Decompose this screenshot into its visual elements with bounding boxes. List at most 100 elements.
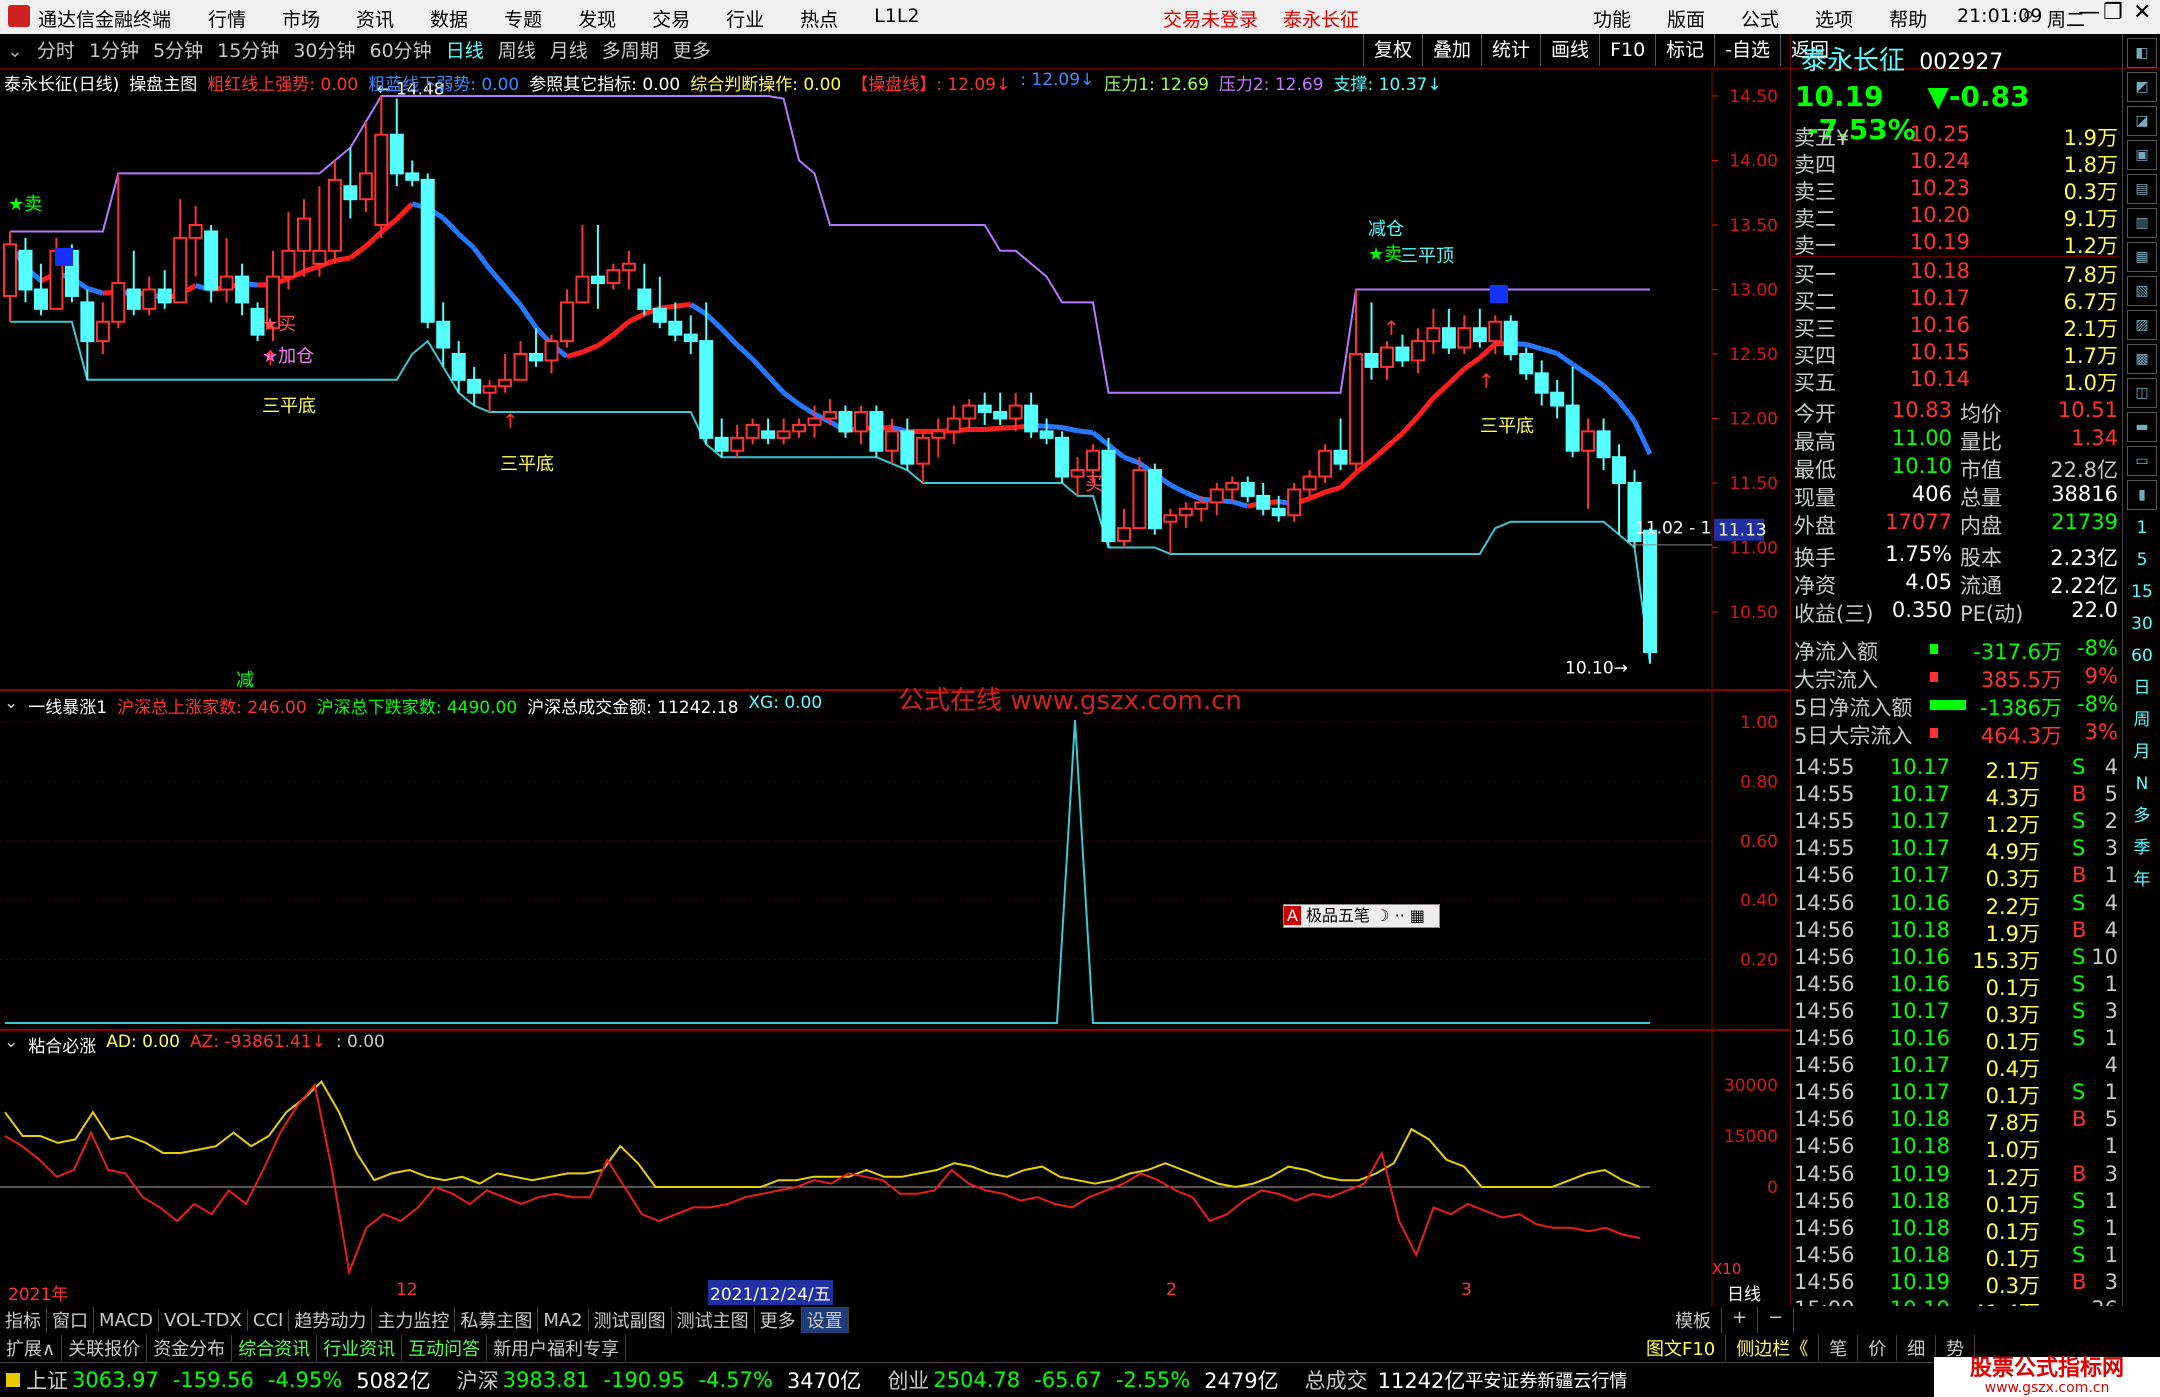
period-tab-0[interactable]: 分时 <box>30 35 82 67</box>
tool-button-1[interactable]: 叠加 <box>1422 34 1481 66</box>
tool-button-4[interactable]: F10 <box>1599 34 1655 66</box>
sub1-indicator-name[interactable]: 一线暴涨1 <box>28 693 107 718</box>
ext-tab-4[interactable]: 行业资讯 <box>317 1335 402 1361</box>
indicator-tab-10[interactable]: 测试主图 <box>672 1307 755 1333</box>
collapse-icon[interactable]: ⌄ <box>0 35 30 67</box>
indicator-tab-4[interactable]: CCI <box>248 1310 289 1331</box>
ext-right-3[interactable]: 价 <box>1858 1335 1897 1361</box>
menu-item-6[interactable]: 交易 <box>652 5 690 32</box>
menu-item-9[interactable]: L1L2 <box>874 5 919 32</box>
period-tab-1[interactable]: 1分钟 <box>82 35 146 67</box>
sidebar-tool-icon[interactable]: ◩ <box>2127 72 2157 102</box>
indicator-tab-6[interactable]: 主力监控 <box>372 1307 455 1333</box>
ext-tab-5[interactable]: 互动问答 <box>402 1335 487 1361</box>
sidebar-tool-icon[interactable]: ◫ <box>2127 378 2157 408</box>
indicator-tab-7[interactable]: 私募主图 <box>455 1307 538 1333</box>
menu-item-3[interactable]: 数据 <box>430 5 468 32</box>
ext-tab-2[interactable]: 资金分布 <box>147 1335 232 1361</box>
period-tab-6[interactable]: 日线 <box>439 35 491 67</box>
close-icon[interactable]: ✕ <box>2133 0 2151 25</box>
ext-tab-0[interactable]: 扩展∧ <box>0 1335 62 1361</box>
sidebar-tool-icon[interactable]: ◧ <box>2127 38 2157 68</box>
sidebar-tool-icon[interactable]: ▩ <box>2127 344 2157 374</box>
sidebar-tool-icon[interactable]: ▣ <box>2127 140 2157 170</box>
menu-item-8[interactable]: 热点 <box>800 5 838 32</box>
indicator-tab-12[interactable]: 设置 <box>802 1307 849 1333</box>
sidebar-tool-icon[interactable]: ▥ <box>2127 208 2157 238</box>
period-tab-3[interactable]: 15分钟 <box>210 35 286 67</box>
sub2-collapse-icon[interactable]: ⌄ <box>4 1032 18 1057</box>
sidebar-tool-icon[interactable]: ▮ <box>2127 480 2157 510</box>
sidebar-tool-icon[interactable]: ▬ <box>2127 412 2157 442</box>
sidebar-tool-icon[interactable]: ▦ <box>2127 242 2157 272</box>
indicator-tab-8[interactable]: MA2 <box>538 1310 588 1331</box>
ext-tab-6[interactable]: 新用户福利专享 <box>487 1335 626 1361</box>
menu-item-1[interactable]: 市场 <box>282 5 320 32</box>
login-status[interactable]: 交易未登录 <box>1163 5 1258 32</box>
sidebar-tool-icon[interactable]: ▤ <box>2127 174 2157 204</box>
ext-tab-3[interactable]: 综合资讯 <box>232 1335 317 1361</box>
maximize-icon[interactable]: ❐ <box>2103 0 2123 25</box>
tab-right-0[interactable]: 模板 <box>1665 1307 1722 1333</box>
tool-button-2[interactable]: 统计 <box>1481 34 1540 66</box>
period-tab-7[interactable]: 周线 <box>491 35 543 67</box>
menu-item-7[interactable]: 行业 <box>726 5 764 32</box>
tool-button-0[interactable]: 复权 <box>1363 34 1422 66</box>
indicator-tab-3[interactable]: VOL-TDX <box>159 1310 248 1331</box>
sidebar-period-7[interactable]: 月 <box>2128 738 2156 766</box>
period-tab-8[interactable]: 月线 <box>543 35 595 67</box>
sidebar-period-11[interactable]: 年 <box>2128 866 2156 894</box>
menu-item-0[interactable]: 行情 <box>208 5 246 32</box>
tool-button-6[interactable]: -自选 <box>1714 34 1780 66</box>
sub2-indicator-name[interactable]: 粘合必涨 <box>28 1032 96 1057</box>
ext-right-2[interactable]: 笔 <box>1819 1335 1858 1361</box>
sidebar-period-9[interactable]: 多 <box>2128 802 2156 830</box>
ext-tab-1[interactable]: 关联报价 <box>62 1335 147 1361</box>
sidebar-tool-icon[interactable]: ▧ <box>2127 276 2157 306</box>
period-tab-2[interactable]: 5分钟 <box>146 35 210 67</box>
sidebar-period-3[interactable]: 30 <box>2128 610 2156 638</box>
ext-right-1[interactable]: 侧边栏《 <box>1726 1335 1819 1361</box>
menu-item-2[interactable]: 资讯 <box>356 5 394 32</box>
right-menu-item-1[interactable]: 版面 <box>1667 5 1705 32</box>
period-tab-9[interactable]: 多周期 <box>595 35 666 67</box>
right-menu-item-4[interactable]: 帮助 <box>1889 5 1927 32</box>
sidebar-tool-icon[interactable]: ▨ <box>2127 310 2157 340</box>
indicator-tab-1[interactable]: 窗口 <box>47 1307 94 1333</box>
minimize-icon[interactable]: — <box>2078 0 2100 25</box>
right-menu-item-3[interactable]: 选项 <box>1815 5 1853 32</box>
chart-area[interactable]: 14.5014.0013.5013.0012.5012.0011.5011.00… <box>0 69 1790 1306</box>
tab-right-2[interactable]: − <box>1758 1307 1794 1333</box>
sidebar-period-5[interactable]: 日 <box>2128 674 2156 702</box>
tab-right-1[interactable]: + <box>1722 1307 1758 1333</box>
period-tab-5[interactable]: 60分钟 <box>363 35 439 67</box>
indicator-tab-9[interactable]: 测试副图 <box>589 1307 672 1333</box>
indicator-tab-0[interactable]: 指标 <box>0 1307 47 1333</box>
period-tab-4[interactable]: 30分钟 <box>286 35 362 67</box>
search-icon[interactable]: ⌕ <box>2022 2 2034 27</box>
ext-right-0[interactable]: 图文F10 <box>1636 1335 1726 1361</box>
tool-button-5[interactable]: 标记 <box>1655 34 1714 66</box>
index-name[interactable]: 创业 <box>887 1365 929 1395</box>
menu-item-4[interactable]: 专题 <box>504 5 542 32</box>
index-name[interactable]: 上证 <box>26 1365 68 1395</box>
right-menu-item-2[interactable]: 公式 <box>1741 5 1779 32</box>
sidebar-tool-icon[interactable]: ◪ <box>2127 106 2157 136</box>
ext-right-4[interactable]: 细 <box>1897 1335 1936 1361</box>
ime-toolbar[interactable]: A 极品五笔 ☽ ·· ▦ <box>1283 904 1440 928</box>
sidebar-period-4[interactable]: 60 <box>2128 642 2156 670</box>
indicator-tab-2[interactable]: MACD <box>94 1310 159 1331</box>
menu-item-5[interactable]: 发现 <box>578 5 616 32</box>
sidebar-period-6[interactable]: 周 <box>2128 706 2156 734</box>
sub1-collapse-icon[interactable]: ⌄ <box>4 693 18 718</box>
tool-button-3[interactable]: 画线 <box>1540 34 1599 66</box>
index-name[interactable]: 沪深 <box>457 1365 499 1395</box>
sidebar-period-8[interactable]: N <box>2128 770 2156 798</box>
sidebar-period-2[interactable]: 15 <box>2128 578 2156 606</box>
sidebar-period-1[interactable]: 5 <box>2128 546 2156 574</box>
sidebar-tool-icon[interactable]: ▭ <box>2127 446 2157 476</box>
right-menu-item-0[interactable]: 功能 <box>1593 5 1631 32</box>
period-tab-10[interactable]: 更多 <box>666 35 718 67</box>
indicator-tab-5[interactable]: 趋势动力 <box>289 1307 372 1333</box>
sidebar-period-10[interactable]: 季 <box>2128 834 2156 862</box>
